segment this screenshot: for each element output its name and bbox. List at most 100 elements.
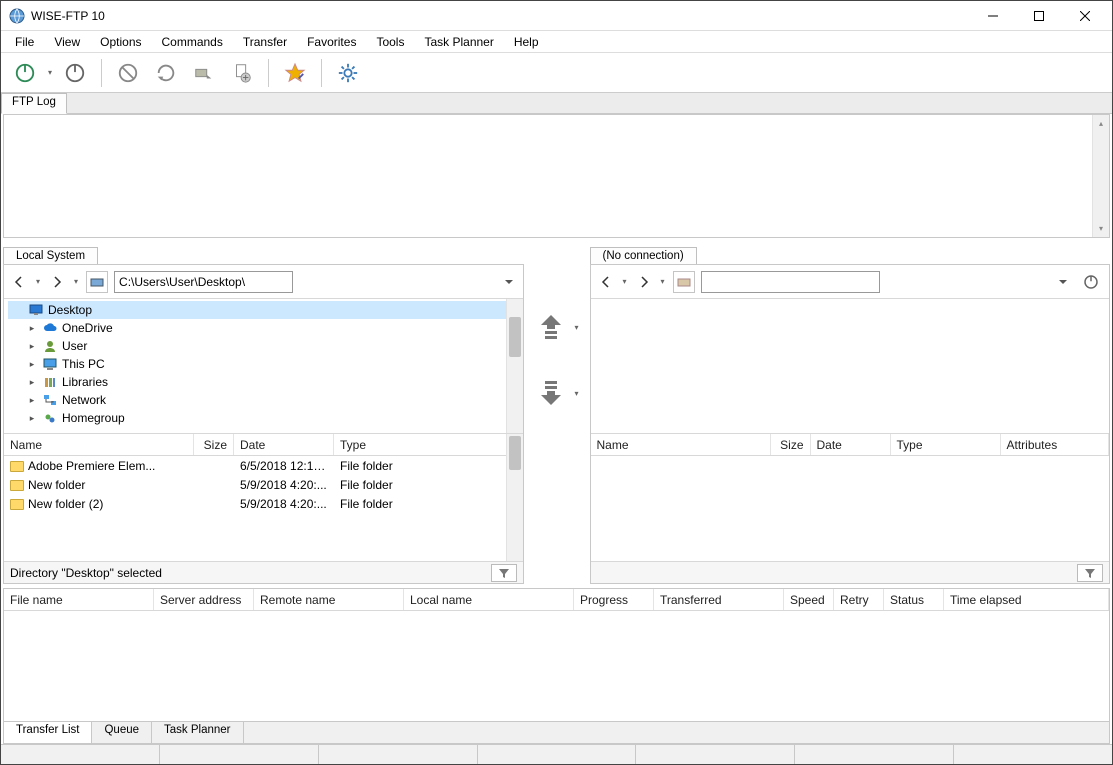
- tab-task-planner[interactable]: Task Planner: [152, 722, 243, 743]
- transfer-col-speed[interactable]: Speed: [784, 589, 834, 610]
- window-title: WISE-FTP 10: [31, 9, 970, 23]
- list-item[interactable]: New folder5/9/2018 4:20:...File folder: [4, 475, 523, 494]
- remote-file-list[interactable]: Name Size Date Type Attributes: [591, 434, 1110, 561]
- synchronize-button[interactable]: [224, 56, 260, 90]
- expand-icon[interactable]: ▸: [26, 341, 38, 352]
- remote-reconnect-button[interactable]: [1077, 271, 1105, 293]
- remote-col-size[interactable]: Size: [771, 434, 811, 455]
- transfer-col-local[interactable]: Local name: [404, 589, 574, 610]
- menu-help[interactable]: Help: [504, 33, 549, 51]
- expand-icon[interactable]: ▸: [26, 413, 38, 424]
- refresh-button[interactable]: [148, 56, 184, 90]
- local-tree[interactable]: Desktop▸OneDrive▸User▸This PC▸Libraries▸…: [4, 299, 523, 434]
- settings-button[interactable]: [330, 56, 366, 90]
- transfer-col-filename[interactable]: File name: [4, 589, 154, 610]
- scroll-down-icon[interactable]: ▾: [1093, 220, 1109, 237]
- local-status-text: Directory "Desktop" selected: [10, 566, 162, 580]
- tree-item-homegroup[interactable]: ▸Homegroup: [8, 409, 519, 427]
- transfer-col-transferred[interactable]: Transferred: [654, 589, 784, 610]
- transfer-button[interactable]: [186, 56, 222, 90]
- transfer-col-progress[interactable]: Progress: [574, 589, 654, 610]
- remote-col-name[interactable]: Name: [591, 434, 771, 455]
- remote-path-input[interactable]: [701, 271, 880, 293]
- local-forward-dropdown[interactable]: ▾: [72, 277, 80, 286]
- tree-item-user[interactable]: ▸User: [8, 337, 519, 355]
- menu-favorites[interactable]: Favorites: [297, 33, 366, 51]
- tree-item-libraries[interactable]: ▸Libraries: [8, 373, 519, 391]
- local-path-input[interactable]: [114, 271, 293, 293]
- connect-button[interactable]: [7, 56, 43, 90]
- expand-icon[interactable]: ▸: [26, 323, 38, 334]
- remote-col-type[interactable]: Type: [891, 434, 1001, 455]
- menu-view[interactable]: View: [44, 33, 90, 51]
- local-back-dropdown[interactable]: ▾: [34, 277, 42, 286]
- remote-pane-tab[interactable]: (No connection): [590, 247, 697, 264]
- favorites-button[interactable]: [277, 56, 313, 90]
- transfer-col-retry[interactable]: Retry: [834, 589, 884, 610]
- local-col-name[interactable]: Name: [4, 434, 194, 455]
- tab-transfer-list[interactable]: Transfer List: [4, 722, 92, 743]
- local-col-date[interactable]: Date: [234, 434, 334, 455]
- maximize-button[interactable]: [1016, 1, 1062, 31]
- local-tree-scrollbar[interactable]: [506, 299, 523, 433]
- local-col-size[interactable]: Size: [194, 434, 234, 455]
- tree-item-desktop[interactable]: Desktop: [8, 301, 519, 319]
- remote-drive-icon[interactable]: [673, 271, 695, 293]
- local-pane-tab[interactable]: Local System: [3, 247, 98, 264]
- remote-col-date[interactable]: Date: [811, 434, 891, 455]
- close-button[interactable]: [1062, 1, 1108, 31]
- transfer-col-remote[interactable]: Remote name: [254, 589, 404, 610]
- log-scrollbar[interactable]: ▴ ▾: [1092, 115, 1109, 237]
- menu-options[interactable]: Options: [90, 33, 151, 51]
- local-forward-button[interactable]: [46, 271, 68, 293]
- local-file-list[interactable]: Name Size Date Type Adobe Premiere Elem.…: [4, 434, 523, 561]
- ftp-log-pane[interactable]: ▴ ▾: [3, 114, 1110, 238]
- local-back-button[interactable]: [8, 271, 30, 293]
- menu-commands[interactable]: Commands: [152, 33, 233, 51]
- upload-button[interactable]: [532, 312, 570, 342]
- abort-button[interactable]: [110, 56, 146, 90]
- net-icon: [42, 392, 58, 408]
- tree-item-network[interactable]: ▸Network: [8, 391, 519, 409]
- expand-icon[interactable]: ▸: [26, 359, 38, 370]
- tab-queue[interactable]: Queue: [92, 722, 152, 743]
- remote-back-dropdown[interactable]: ▾: [621, 277, 629, 286]
- tree-item-this-pc[interactable]: ▸This PC: [8, 355, 519, 373]
- tab-ftp-log[interactable]: FTP Log: [1, 93, 67, 114]
- menu-transfer[interactable]: Transfer: [233, 33, 297, 51]
- remote-forward-button[interactable]: [633, 271, 655, 293]
- list-item[interactable]: Adobe Premiere Elem...6/5/2018 12:14...F…: [4, 456, 523, 475]
- download-dropdown[interactable]: ▾: [572, 389, 580, 398]
- download-button[interactable]: [532, 378, 570, 408]
- disconnect-button[interactable]: [57, 56, 93, 90]
- local-drive-icon[interactable]: [86, 271, 108, 293]
- list-item[interactable]: New folder (2)5/9/2018 4:20:...File fold…: [4, 494, 523, 513]
- remote-tree[interactable]: [591, 299, 1110, 434]
- menu-task-planner[interactable]: Task Planner: [414, 33, 503, 51]
- menu-file[interactable]: File: [5, 33, 44, 51]
- tree-item-onedrive[interactable]: ▸OneDrive: [8, 319, 519, 337]
- remote-col-attributes[interactable]: Attributes: [1001, 434, 1110, 455]
- app-icon: [9, 8, 25, 24]
- transfer-col-status[interactable]: Status: [884, 589, 944, 610]
- expand-icon[interactable]: ▸: [26, 395, 38, 406]
- folder-icon: [10, 461, 24, 472]
- transfer-list-body[interactable]: [4, 611, 1109, 721]
- remote-filter-button[interactable]: [1077, 564, 1103, 582]
- connect-dropdown[interactable]: ▾: [45, 68, 55, 77]
- scroll-up-icon[interactable]: ▴: [1093, 115, 1109, 132]
- local-path-bar: ▾ ▾: [4, 265, 523, 299]
- local-col-type[interactable]: Type: [334, 434, 523, 455]
- minimize-button[interactable]: [970, 1, 1016, 31]
- expand-icon[interactable]: ▸: [26, 377, 38, 388]
- transfer-col-server[interactable]: Server address: [154, 589, 254, 610]
- transfer-col-elapsed[interactable]: Time elapsed: [944, 589, 1109, 610]
- titlebar: WISE-FTP 10: [1, 1, 1112, 31]
- local-status-strip: Directory "Desktop" selected: [4, 561, 523, 583]
- local-list-scrollbar[interactable]: [506, 434, 523, 561]
- menu-tools[interactable]: Tools: [366, 33, 414, 51]
- remote-back-button[interactable]: [595, 271, 617, 293]
- upload-dropdown[interactable]: ▾: [572, 323, 580, 332]
- local-filter-button[interactable]: [491, 564, 517, 582]
- remote-forward-dropdown[interactable]: ▾: [659, 277, 667, 286]
